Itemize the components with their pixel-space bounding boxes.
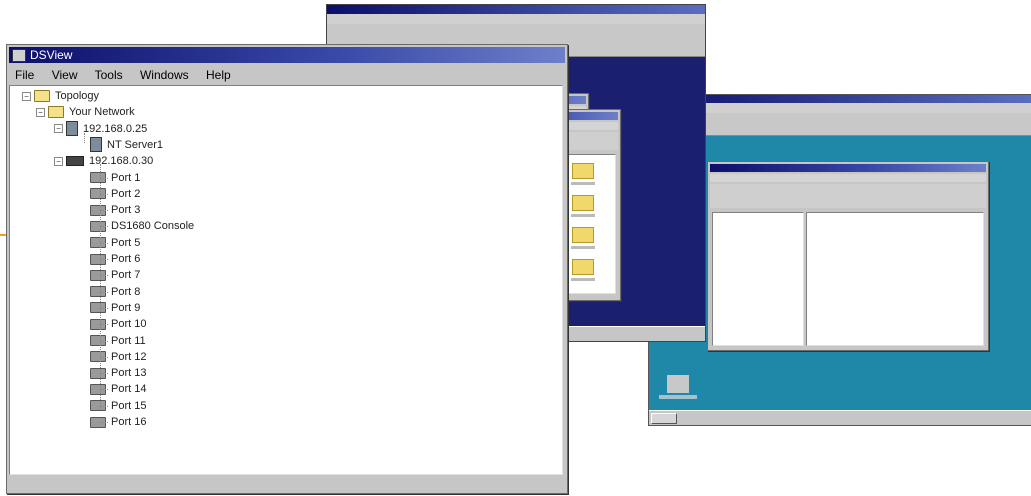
app-icon <box>12 49 26 62</box>
tree-item-label: Port 10 <box>111 318 147 331</box>
tree-item-port[interactable]: Port 5 <box>90 235 140 251</box>
tree-item-label: Port 3 <box>111 204 141 217</box>
tree-item-port[interactable]: Port 7 <box>90 267 140 283</box>
switch-icon <box>66 156 84 167</box>
tree-item-port[interactable]: Port 13 <box>90 365 146 381</box>
tree-item-switch[interactable]: − 192.168.0.30 <box>54 153 153 169</box>
menu-windows[interactable]: Windows <box>140 68 189 82</box>
menu-help[interactable]: Help <box>206 68 231 82</box>
folder-icon <box>34 90 50 103</box>
collapse-toggle-icon[interactable]: − <box>36 107 45 117</box>
tree-item-label: Topology <box>55 90 100 102</box>
tree-item-port[interactable]: Port 1 <box>90 170 140 186</box>
tree-item-folder[interactable]: − Your Network <box>36 104 135 120</box>
dsview-window[interactable]: DSView File View Tools Windows Help − Top… <box>6 44 568 494</box>
tree-item-label: Port 14 <box>111 383 147 396</box>
tree-item-label: Port 16 <box>111 416 147 428</box>
tree-item-folder[interactable]: − Topology <box>22 88 99 104</box>
dsview-titlebar[interactable]: DSView <box>9 47 565 63</box>
tree-item-label: Port 5 <box>111 236 141 249</box>
collapse-toggle-icon[interactable]: − <box>54 124 63 134</box>
tree-item-label: DS1680 Console <box>111 220 195 233</box>
tree-item-label: Port 13 <box>111 367 147 380</box>
tree-item-label: Port 7 <box>111 269 141 282</box>
tree-item-port[interactable]: Port 12 <box>90 349 146 365</box>
tree-item-port[interactable]: Port 9 <box>90 300 140 316</box>
tree-item-label: Your Network <box>69 106 135 119</box>
folder-icon <box>48 106 64 119</box>
tree-item-port[interactable]: Port 3 <box>90 202 140 218</box>
tree-item-label: Port 15 <box>111 399 147 412</box>
tree-item-label: Port 8 <box>111 285 141 298</box>
topology-tree-pane[interactable]: − Topology − Your Network −192.168.0.25 NT Se… <box>9 85 563 475</box>
tree-item-port[interactable]: Port 16 <box>90 414 146 430</box>
tree-item-label: Port 12 <box>111 350 147 363</box>
tree-item-server[interactable]: − 192.168.0.25 <box>54 121 147 137</box>
tree-item-port[interactable]: Port 2 <box>90 186 140 202</box>
topology-tree[interactable]: − Topology − Your Network −192.168.0.25 NT Se… <box>12 88 552 472</box>
tree-item-server[interactable]: NT Server1 <box>90 137 163 153</box>
tree-item-label: 192.168.0.30 <box>89 155 154 168</box>
menu-tools[interactable]: Tools <box>95 68 123 82</box>
menu-view[interactable]: View <box>52 68 78 82</box>
recycle-bin-icon[interactable] <box>659 375 697 399</box>
menu-bar: File View Tools Windows Help <box>9 67 565 83</box>
tree-item-label: Port 1 <box>111 171 141 184</box>
tree-item-port[interactable]: Port 11 <box>90 333 146 349</box>
menu-file[interactable]: File <box>15 68 34 82</box>
tree-item-label: Port 9 <box>111 301 141 314</box>
tree-item-port[interactable]: Port 6 <box>90 251 140 267</box>
tree-item-port[interactable]: Port 10 <box>90 316 146 332</box>
tree-item-label: Port 11 <box>111 334 146 347</box>
collapse-toggle-icon[interactable]: − <box>22 91 31 101</box>
tree-item-label: NT Server1 <box>107 138 164 151</box>
tree-item-label: Port 2 <box>111 187 141 200</box>
tree-item-port[interactable]: Port 14 <box>90 381 146 397</box>
server-icon <box>90 137 102 153</box>
status-bar <box>9 479 565 491</box>
tree-item-port[interactable]: Port 8 <box>90 284 140 300</box>
tree-item-label: Port 6 <box>111 253 141 265</box>
collapse-toggle-icon[interactable]: − <box>54 156 63 166</box>
server-icon <box>66 121 78 137</box>
window-title: DSView <box>30 48 73 62</box>
tree-item-port[interactable]: Port 15 <box>90 398 146 414</box>
explorer-window[interactable] <box>707 161 989 351</box>
tree-item-label: 192.168.0.25 <box>83 122 148 135</box>
